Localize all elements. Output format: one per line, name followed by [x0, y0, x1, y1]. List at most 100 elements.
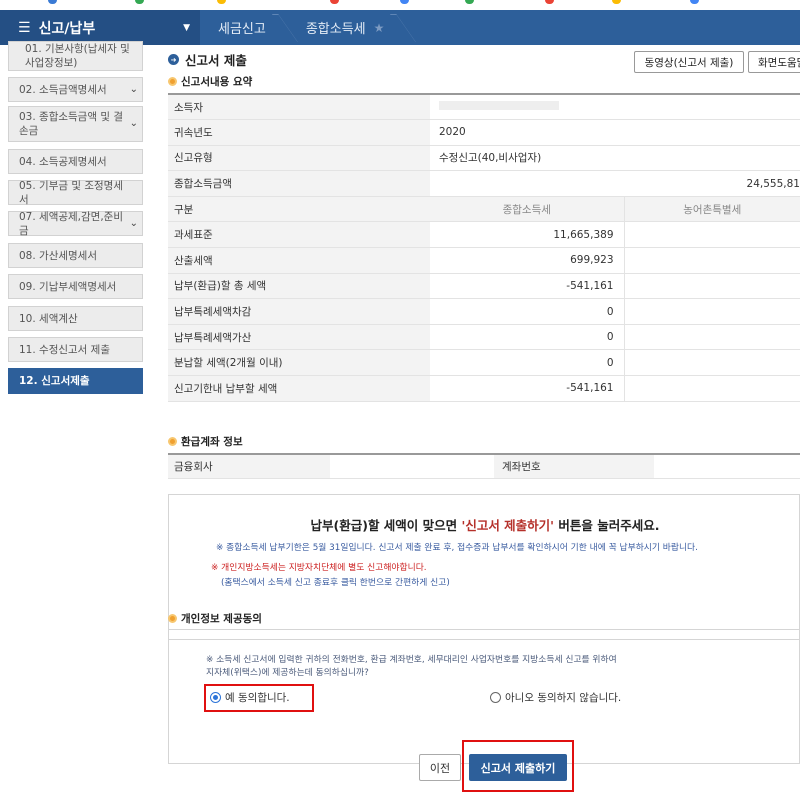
deadline-note: ※ 종합소득세 납부기한은 5월 31일입니다. 신고서 제출 완료 후, 접수…	[216, 543, 698, 553]
sidebar-item-prepaid-tax[interactable]: 09. 기납부세액명세서	[8, 274, 143, 299]
sidebar-item-label: 09. 기납부세액명세서	[19, 280, 117, 293]
sidebar: 01. 기본사항(납세자 및 사업장정보) 02. 소득금액명세서 ⌄ 03. 종…	[0, 41, 150, 800]
sidebar-item-label: 03. 종합소득금액 및 결손금	[19, 111, 123, 137]
section-title-text: 개인정보 제공동의	[181, 613, 262, 625]
sidebar-item-tax-credit[interactable]: 07. 세액공제,감면,준비금 ⌄	[8, 211, 143, 237]
sidebar-item-donation[interactable]: 05. 기부금 및 조정명세서	[8, 180, 143, 206]
breadcrumb-label: 세금신고	[218, 22, 266, 37]
screen-help-button[interactable]: 화면도움말	[748, 51, 800, 73]
sidebar-item-label: 11. 수정신고서 제출	[19, 343, 110, 356]
chevron-down-icon[interactable]: ⌄	[130, 83, 138, 97]
video-guide-button[interactable]: 동영상(신고서 제출)	[634, 51, 744, 73]
row-label: 신고유형	[168, 145, 430, 172]
sidebar-item-deduction[interactable]: 04. 소득공제명세서	[8, 149, 143, 174]
header-col: 농어촌특별세	[624, 196, 800, 223]
local-tax-note: ※ 개인지방소득세는 지방자치단체에 별도 신고해야합니다.	[211, 563, 427, 573]
app-icon	[465, 0, 474, 4]
row-value: 2020	[430, 119, 800, 146]
redacted-block	[439, 101, 559, 111]
radio-label: 아니오 동의하지 않습니다.	[505, 692, 622, 704]
main-content: ➜ 신고서 제출 동영상(신고서 제출) 화면도움말 신고서내용 요약 소득자 …	[168, 45, 800, 800]
sidebar-item-income-statement[interactable]: 02. 소득금액명세서 ⌄	[8, 77, 143, 102]
top-icon-strip	[0, 0, 800, 10]
table-header-row: 구분 종합소득세 농어촌특별세	[168, 196, 800, 223]
income-tax-value: -541,161	[430, 375, 625, 402]
sidebar-item-label: 08. 가산세명세서	[19, 249, 97, 262]
account-value	[654, 455, 800, 478]
star-icon[interactable]: ★	[374, 21, 385, 35]
sidebar-item-submit-return[interactable]: 12. 신고서제출	[8, 368, 143, 394]
income-tax-value: 699,923	[430, 247, 625, 274]
sidebar-item-amended-return[interactable]: 11. 수정신고서 제출	[8, 337, 143, 362]
app-icon	[217, 0, 226, 4]
refund-account-row: 금융회사 계좌번호	[168, 453, 800, 479]
income-tax-value: 0	[430, 349, 625, 377]
prev-button[interactable]: 이전	[419, 754, 461, 781]
sidebar-item-basic-info[interactable]: 01. 기본사항(납세자 및 사업장정보)	[8, 41, 143, 71]
page-title: ➜ 신고서 제출	[168, 50, 247, 69]
taxpayer-name-value	[430, 94, 800, 121]
consent-disagree-option[interactable]: 아니오 동의하지 않습니다.	[490, 690, 621, 705]
app-icon	[690, 0, 699, 4]
row-value: 수정신고(40,비사업자)	[430, 145, 800, 172]
local-tax-subnote: (홈택스에서 소득세 신고 종료후 클릭 한번으로 간편하게 신고)	[221, 578, 450, 588]
rural-tax-value	[624, 375, 800, 402]
bullet-icon	[168, 614, 177, 623]
rural-tax-value	[624, 349, 800, 377]
radio-disagree[interactable]	[490, 692, 501, 703]
hamburger-icon[interactable]: ☰	[18, 20, 31, 36]
bank-value	[330, 455, 494, 478]
row-label: 납부(환급)할 총 세액	[168, 273, 430, 300]
table-row: 납부특례세액가산 0	[168, 324, 800, 351]
menu-title[interactable]: ☰ 신고/납부 ▼	[0, 10, 200, 45]
row-label: 납부특례세액가산	[168, 324, 430, 351]
app-icon	[612, 0, 621, 4]
row-label: 소득자	[168, 94, 430, 121]
section-title-summary: 신고서내용 요약	[168, 74, 252, 89]
chevron-down-icon[interactable]: ⌄	[130, 217, 138, 231]
table-row: 소득자	[168, 94, 800, 121]
caret-down-icon[interactable]: ▼	[183, 23, 190, 33]
sidebar-item-label: 10. 세액계산	[19, 312, 78, 325]
chevron-down-icon[interactable]: ⌄	[130, 117, 138, 131]
table-row: 분납할 세액(2개월 이내) 0	[168, 349, 800, 377]
highlight-box	[204, 684, 314, 712]
app-icon	[48, 0, 57, 4]
section-title-consent: 개인정보 제공동의	[168, 611, 262, 626]
summary-table: 소득자 귀속년도 2020 신고유형 수정신고(40,비사업자) 종합소득금액 24,…	[168, 93, 800, 402]
app-icon	[400, 0, 409, 4]
table-row: 종합소득금액 24,555,81	[168, 170, 800, 197]
sidebar-item-total-income[interactable]: 03. 종합소득금액 및 결손금 ⌄	[8, 106, 143, 142]
table-row: 귀속년도 2020	[168, 119, 800, 146]
section-title-text: 환급계좌 정보	[181, 436, 243, 448]
app-icon	[330, 0, 339, 4]
account-label: 계좌번호	[494, 455, 654, 478]
row-label: 귀속년도	[168, 119, 430, 146]
arrow-circle-icon: ➜	[168, 54, 179, 65]
income-tax-value: -541,161	[430, 273, 625, 300]
breadcrumb-income-tax[interactable]: 종합소득세 ★	[288, 10, 407, 45]
consent-text: 지자체(위택스)에 제공하는데 동의하십니까?	[206, 668, 369, 678]
rural-tax-value	[624, 273, 800, 300]
page-title-text: 신고서 제출	[185, 53, 247, 68]
table-row: 과세표준 11,665,389	[168, 221, 800, 249]
section-title-refund: 환급계좌 정보	[168, 434, 243, 449]
sidebar-item-label: 12. 신고서제출	[19, 375, 90, 387]
sidebar-item-tax-calc[interactable]: 10. 세액계산	[8, 306, 143, 331]
rural-tax-value	[624, 324, 800, 351]
row-label: 분납할 세액(2개월 이내)	[168, 349, 430, 377]
bank-label: 금융회사	[168, 455, 330, 478]
row-value: 24,555,81	[430, 170, 800, 197]
sidebar-item-label: 01. 기본사항(납세자 및 사업장정보)	[25, 43, 130, 69]
income-tax-value: 0	[430, 324, 625, 351]
breadcrumb-label: 종합소득세	[305, 22, 366, 37]
bullet-icon	[168, 77, 177, 86]
income-tax-value: 11,665,389	[430, 221, 625, 249]
consent-text: ※ 소득세 신고서에 입력한 귀하의 전화번호, 환급 계좌번호, 세무대리인 …	[206, 655, 617, 665]
row-label: 납부특례세액차감	[168, 298, 430, 325]
row-label: 신고기한내 납부할 세액	[168, 375, 430, 402]
breadcrumb-tax-filing[interactable]: 세금신고	[200, 10, 288, 45]
app-icon	[135, 0, 144, 4]
sidebar-item-additional-tax[interactable]: 08. 가산세명세서	[8, 243, 143, 268]
row-label: 산출세액	[168, 247, 430, 274]
